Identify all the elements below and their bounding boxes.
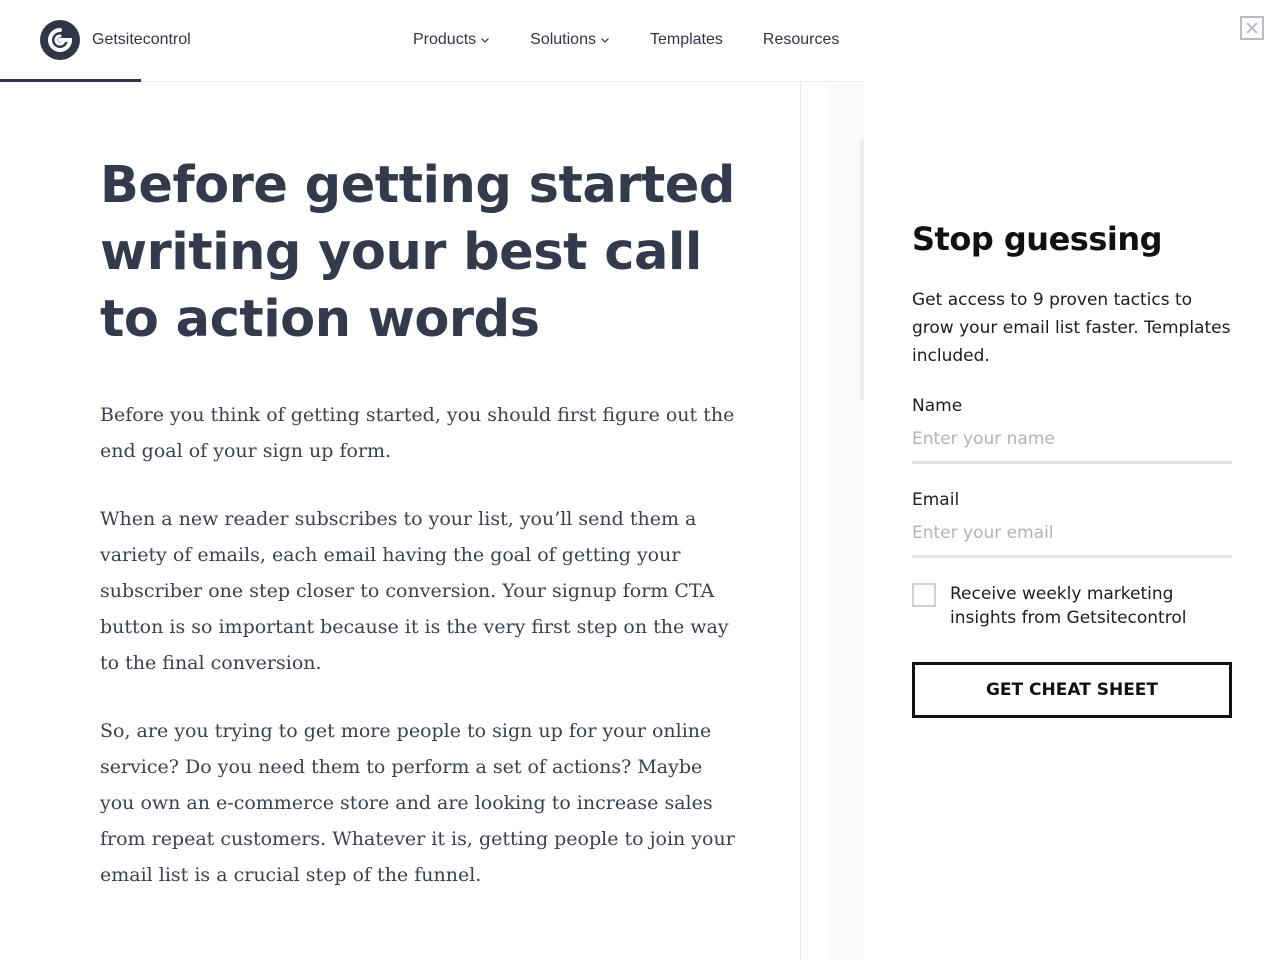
article-paragraph: Before you think of getting started, you… <box>100 404 735 462</box>
nav-item-products[interactable]: Products <box>413 30 490 50</box>
consent-label: Receive weekly marketing insights from G… <box>950 584 1187 628</box>
reading-progress-bar <box>0 79 141 82</box>
article-heading: Before getting started writing your best… <box>100 156 735 349</box>
get-cheat-sheet-button[interactable]: GET CHEAT SHEET <box>912 662 1232 718</box>
article-content: Before getting started writing your best… <box>100 152 740 893</box>
close-icon <box>1246 22 1258 34</box>
chevron-down-icon <box>481 38 490 43</box>
name-field[interactable] <box>912 416 1232 464</box>
signup-form: Stop guessing Get access to 9 proven tac… <box>912 218 1232 718</box>
nav-label: Templates <box>649 31 723 48</box>
email-field[interactable] <box>912 510 1232 558</box>
panel-description: Get access to 9 proven tactics to grow y… <box>912 290 1231 366</box>
brand-name: Getsitecontrol <box>92 31 191 48</box>
main-nav: Products Solutions Templates Resources <box>413 30 879 50</box>
logo-icon <box>40 20 80 60</box>
content-divider <box>800 82 801 960</box>
nav-label: Products <box>413 31 477 48</box>
nav-item-resources[interactable]: Resources <box>763 30 839 50</box>
email-label: Email <box>912 490 960 510</box>
nav-item-solutions[interactable]: Solutions <box>530 30 610 50</box>
chevron-down-icon <box>601 38 609 43</box>
consent-row: Receive weekly marketing insights from G… <box>912 582 1232 630</box>
nav-label: Solutions <box>530 31 596 48</box>
panel-title: Stop guessing <box>912 220 1163 258</box>
nav-item-templates[interactable]: Templates <box>650 30 723 50</box>
article-paragraph: When a new reader subscribes to your lis… <box>100 508 729 674</box>
brand-logo[interactable]: Getsitecontrol <box>40 20 191 60</box>
close-button[interactable] <box>1240 16 1264 40</box>
nav-label: Resources <box>762 31 840 48</box>
consent-checkbox[interactable] <box>912 583 936 607</box>
article-paragraph: So, are you trying to get more people to… <box>100 720 735 886</box>
name-label: Name <box>912 396 963 416</box>
